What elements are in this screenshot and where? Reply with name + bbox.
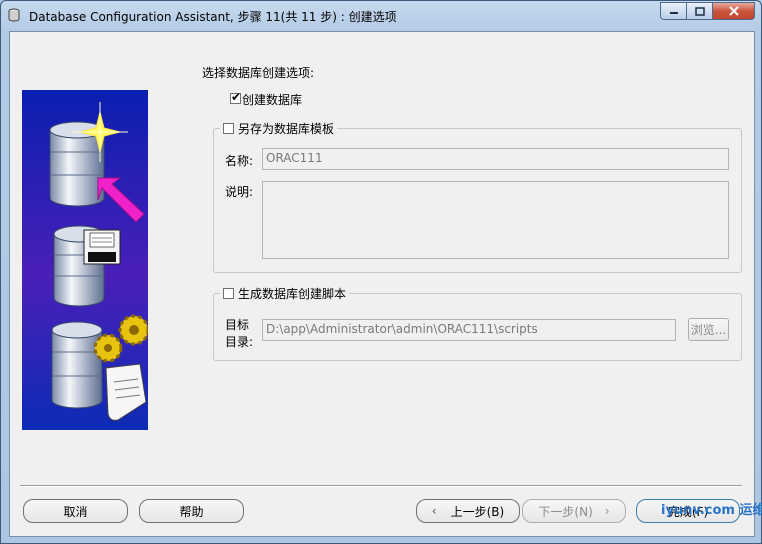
chevron-left-icon: ‹ [431,504,437,518]
database-illustration [22,90,148,430]
minimize-button[interactable] [660,2,686,20]
template-name-label: 名称: [225,154,254,168]
template-name-field[interactable]: ORAC111 [262,148,729,170]
browse-button[interactable]: 浏览... [688,318,729,341]
database-app-icon [8,8,20,22]
gen-script-label: 生成数据库创建脚本 [238,286,347,301]
dest-dir-label-line2: 目录: [225,335,254,349]
dialog-client-area: 选择数据库创建选项: ✔ 创建数据库 另存为数据库模板 名称: ORAC111 … [9,31,755,537]
dialog-window: Database Configuration Assistant, 步骤 11(… [0,0,762,544]
minimize-icon [669,12,678,14]
save-template-legend: 另存为数据库模板 [220,120,338,136]
gen-script-checkbox[interactable] [223,287,234,299]
close-icon [728,6,739,16]
back-button-label: 上一步(B) [450,504,505,519]
template-desc-label: 说明: [225,185,254,199]
window-title: Database Configuration Assistant, 步骤 11(… [29,10,397,24]
gen-script-legend: 生成数据库创建脚本 [220,285,350,301]
cancel-button[interactable]: 取消 [23,499,128,523]
maximize-icon [694,6,705,16]
next-button-label: 下一步(N) [538,504,593,519]
next-button[interactable]: 下一步(N) › [522,499,626,523]
dest-dir-field[interactable]: D:\app\Administrator\admin\ORAC111\scrip… [262,319,676,341]
section-heading: 选择数据库创建选项: [202,66,315,80]
footer-separator [20,485,742,487]
create-db-label: 创建数据库 [242,93,303,107]
save-template-checkbox[interactable] [223,122,234,134]
save-template-label: 另存为数据库模板 [238,121,335,136]
close-button[interactable] [712,2,755,20]
back-button[interactable]: ‹ 上一步(B) [416,499,520,523]
chevron-right-icon: › [604,504,610,518]
maximize-button[interactable] [686,2,712,20]
dest-dir-label-line1: 目标 [225,318,250,332]
template-desc-field[interactable] [262,181,729,259]
watermark-text: iyunv.com 运维网 [661,503,762,518]
window-controls [660,2,755,21]
create-db-checkbox[interactable]: ✔ [230,90,242,104]
checkmark-icon: ✔ [231,90,242,104]
title-bar[interactable]: Database Configuration Assistant, 步骤 11(… [1,1,761,31]
help-button[interactable]: 帮助 [139,499,244,523]
